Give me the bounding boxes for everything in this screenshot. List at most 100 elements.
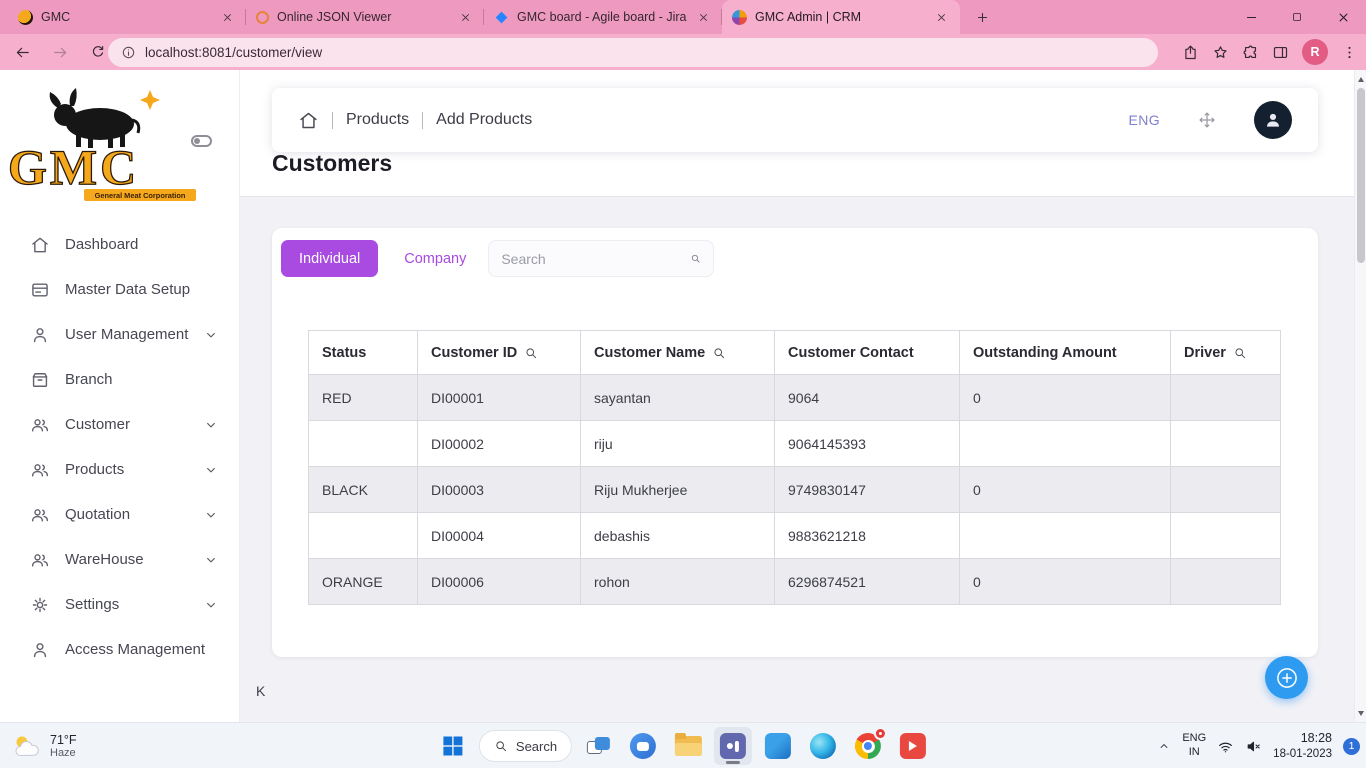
tray-date: 18-01-2023: [1273, 747, 1332, 762]
home-icon[interactable]: [298, 110, 319, 131]
column-customer-contact: Customer Contact: [775, 331, 960, 375]
network-wifi-icon[interactable]: [1217, 738, 1234, 755]
blue-app-button[interactable]: [759, 727, 797, 765]
products-link[interactable]: Products: [346, 111, 409, 129]
tab-json-viewer[interactable]: Online JSON Viewer: [246, 0, 484, 34]
sidebar-item-quotation[interactable]: Quotation: [0, 492, 239, 537]
address-bar[interactable]: localhost:8081/customer/view: [108, 38, 1158, 67]
scroll-up-arrow[interactable]: [1355, 72, 1366, 86]
browser-profile-avatar[interactable]: R: [1302, 39, 1328, 65]
tab-close-icon[interactable]: [933, 9, 950, 26]
sidebar-item-master-data-setup[interactable]: Master Data Setup: [0, 267, 239, 312]
dashboard-icon: [30, 235, 50, 255]
customer-search-box: [488, 240, 714, 277]
bookmark-star-icon[interactable]: [1212, 44, 1229, 61]
topbar-right-group: ENG: [1128, 101, 1292, 139]
search-icon: [494, 739, 508, 753]
page-header-section: Products Add Products ENG Customers: [240, 70, 1354, 197]
jira-favicon: [494, 10, 509, 25]
sidebar-item-access-management[interactable]: Access Management: [0, 627, 239, 672]
customer-people-icon: [30, 415, 50, 435]
window-close-button[interactable]: [1320, 0, 1366, 34]
chat-app-button[interactable]: [624, 727, 662, 765]
access-management-icon: [30, 640, 50, 660]
individual-tab-button[interactable]: Individual: [281, 240, 378, 277]
customers-table: Status Customer ID Customer Name Custome…: [308, 330, 1281, 605]
column-search-icon[interactable]: [712, 346, 726, 360]
profile-button[interactable]: [1254, 101, 1292, 139]
site-info-icon[interactable]: [121, 45, 136, 60]
task-view-button[interactable]: [579, 727, 617, 765]
sidebar-item-label: Access Management: [65, 641, 205, 658]
scroll-down-arrow[interactable]: [1355, 706, 1366, 720]
sidebar-item-warehouse[interactable]: WareHouse: [0, 537, 239, 582]
sidebar-item-customer[interactable]: Customer: [0, 402, 239, 447]
warehouse-icon: [30, 550, 50, 570]
edge-browser-button[interactable]: [804, 727, 842, 765]
sidebar-toggle-switch[interactable]: [191, 135, 212, 147]
add-products-link[interactable]: Add Products: [436, 111, 532, 129]
taskbar-search[interactable]: Search: [479, 730, 572, 762]
add-customer-fab[interactable]: [1265, 656, 1308, 699]
forward-button[interactable]: [46, 38, 74, 66]
clock-widget[interactable]: 18:28 18-01-2023: [1273, 730, 1332, 761]
table-row[interactable]: DI00004 debashis 9883621218: [309, 513, 1281, 559]
cell-outstanding-amount: 0: [960, 467, 1171, 513]
file-explorer-button[interactable]: [669, 727, 707, 765]
side-panel-icon[interactable]: [1272, 44, 1289, 61]
back-button[interactable]: [8, 38, 36, 66]
chrome-browser-button[interactable]: [849, 727, 887, 765]
tab-gmc-admin-crm[interactable]: GMC Admin | CRM: [722, 0, 960, 34]
company-tab-button[interactable]: Company: [404, 251, 466, 267]
table-row[interactable]: RED DI00001 sayantan 9064 0: [309, 375, 1281, 421]
sidebar-item-settings[interactable]: Settings: [0, 582, 239, 627]
teams-app-button[interactable]: [714, 727, 752, 765]
red-app-icon: [900, 733, 926, 759]
extensions-puzzle-icon[interactable]: [1242, 44, 1259, 61]
table-row[interactable]: BLACK DI00003 Riju Mukherjee 9749830147 …: [309, 467, 1281, 513]
weather-widget[interactable]: 71°F Haze: [4, 723, 85, 768]
sidebar-item-user-management[interactable]: User Management: [0, 312, 239, 357]
share-icon[interactable]: [1182, 44, 1199, 61]
hidden-icons-chevron-icon[interactable]: [1157, 739, 1171, 753]
page-scrollbar[interactable]: [1354, 70, 1366, 722]
sidebar-item-branch[interactable]: Branch: [0, 357, 239, 402]
search-input[interactable]: [501, 251, 682, 267]
tab-close-icon[interactable]: [695, 9, 712, 26]
red-app-button[interactable]: [894, 727, 932, 765]
tab-jira[interactable]: GMC board - Agile board - Jira: [484, 0, 722, 34]
task-view-icon: [587, 737, 610, 756]
sidebar-item-dashboard[interactable]: Dashboard: [0, 222, 239, 267]
browser-menu-kebab-icon[interactable]: [1341, 44, 1358, 61]
column-search-icon[interactable]: [524, 346, 538, 360]
cell-driver: [1171, 375, 1281, 421]
tab-close-icon[interactable]: [219, 9, 236, 26]
table-row[interactable]: ORANGE DI00006 rohon 6296874521 0: [309, 559, 1281, 605]
table-row[interactable]: DI00002 riju 9064145393: [309, 421, 1281, 467]
window-minimize-button[interactable]: [1228, 0, 1274, 34]
crm-favicon: [732, 10, 747, 25]
search-icon[interactable]: [690, 250, 701, 267]
input-language-indicator[interactable]: ENG IN: [1182, 732, 1206, 760]
language-selector[interactable]: ENG: [1128, 112, 1160, 128]
scrollbar-thumb[interactable]: [1357, 88, 1365, 263]
weather-condition: Haze: [50, 747, 77, 759]
desktop-screen: GMC Online JSON Viewer GMC board - Agile…: [0, 0, 1366, 768]
cell-customer-name: riju: [581, 421, 775, 467]
column-search-icon[interactable]: [1233, 346, 1247, 360]
new-tab-button[interactable]: [968, 3, 996, 31]
volume-muted-icon[interactable]: [1245, 738, 1262, 755]
tab-gmc[interactable]: GMC: [8, 0, 246, 34]
sidebar-item-label: Customer: [65, 416, 130, 433]
window-maximize-button[interactable]: [1274, 0, 1320, 34]
move-arrows-icon[interactable]: [1198, 111, 1216, 129]
notification-count-badge[interactable]: 1: [1343, 738, 1360, 755]
tab-close-icon[interactable]: [457, 9, 474, 26]
cell-customer-contact: 6296874521: [775, 559, 960, 605]
sidebar-item-label: WareHouse: [65, 551, 144, 568]
start-button[interactable]: [434, 727, 472, 765]
cell-customer-id: DI00003: [418, 467, 581, 513]
sidebar-item-products[interactable]: Products: [0, 447, 239, 492]
cell-customer-name: debashis: [581, 513, 775, 559]
cell-status: RED: [309, 375, 418, 421]
